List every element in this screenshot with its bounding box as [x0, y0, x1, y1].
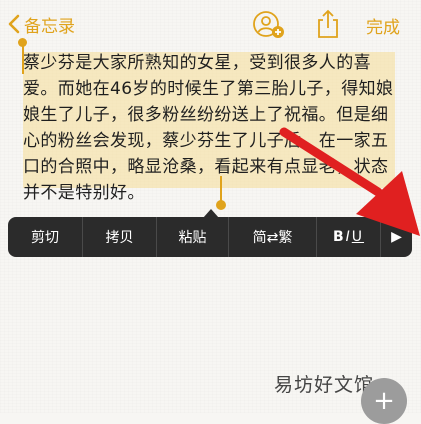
add-person-icon: [253, 11, 284, 38]
back-label: 备忘录: [24, 16, 75, 37]
new-note-button[interactable]: +: [361, 378, 407, 424]
cut-button[interactable]: 剪切: [8, 217, 83, 257]
red-arrow-icon: [279, 127, 420, 236]
selection-end-bar: [220, 176, 222, 202]
watermark-text: 易坊好文馆: [274, 374, 375, 396]
done-button[interactable]: 完成: [366, 13, 400, 38]
share-upload-icon: [318, 9, 338, 38]
selection-start-bar: [22, 46, 24, 74]
back-button[interactable]: 备忘录: [8, 10, 75, 38]
plus-icon: +: [373, 386, 395, 416]
add-person-button[interactable]: [253, 10, 285, 40]
copy-button[interactable]: 拷贝: [83, 217, 157, 257]
paste-button[interactable]: 粘贴: [157, 217, 229, 257]
chevron-left-icon: [8, 14, 20, 34]
share-button[interactable]: [315, 9, 341, 39]
